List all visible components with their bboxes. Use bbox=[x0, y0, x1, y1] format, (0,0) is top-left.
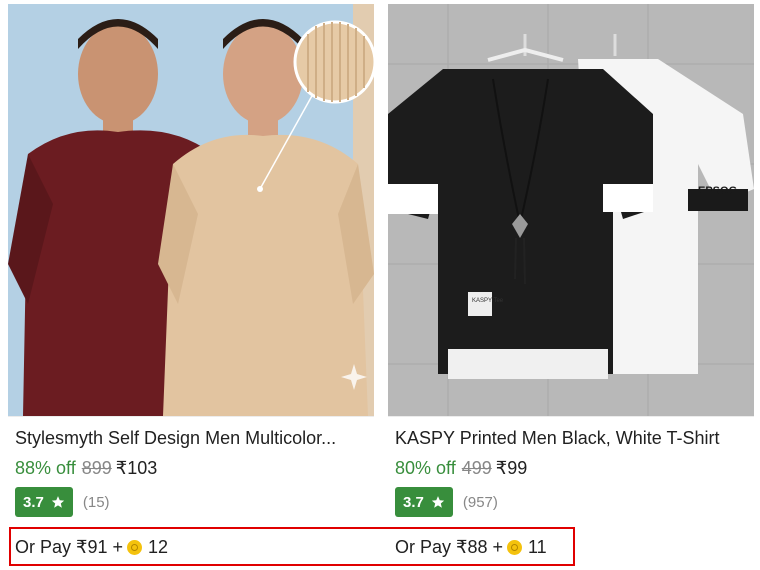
rating-badge-2: 3.7 bbox=[395, 487, 453, 517]
star-icon bbox=[51, 496, 64, 508]
pay-offer-highlight-box bbox=[9, 527, 575, 566]
product-image-2[interactable]: EPSOG KASPY Tee bbox=[388, 4, 754, 417]
price-row-2: 80% off 499 ₹99 bbox=[395, 457, 527, 479]
product-card-1[interactable]: Stylesmyth Self Design Men Multicolor...… bbox=[8, 0, 374, 570]
star-icon bbox=[431, 496, 444, 508]
tshirt-models-illustration bbox=[8, 4, 374, 416]
rating-value-2: 3.7 bbox=[403, 493, 424, 511]
product-image-1[interactable] bbox=[8, 4, 374, 417]
review-count-2: (957) bbox=[462, 493, 498, 511]
product-title-1[interactable]: Stylesmyth Self Design Men Multicolor... bbox=[15, 427, 375, 449]
tshirts-hanging-illustration: EPSOG KASPY Tee bbox=[388, 4, 754, 416]
discount-label-1: 88% off bbox=[15, 458, 76, 478]
sleeve-print-text: EPSOG bbox=[698, 185, 737, 197]
price-label-1: ₹103 bbox=[115, 458, 158, 478]
discount-label-2: 80% off bbox=[395, 458, 456, 478]
rating-badge-1: 3.7 bbox=[15, 487, 73, 517]
price-row-1: 88% off 899 ₹103 bbox=[15, 457, 157, 479]
rating-row-2: 3.7 (957) bbox=[395, 487, 498, 517]
mrp-label-1: 899 bbox=[81, 458, 112, 478]
kaspy-tag-text: KASPY Tee bbox=[472, 298, 504, 304]
price-label-2: ₹99 bbox=[495, 458, 528, 478]
product-card-2[interactable]: EPSOG KASPY Tee KASPY Printed Men Black,… bbox=[388, 0, 754, 570]
rating-row-1: 3.7 (15) bbox=[15, 487, 110, 517]
rating-value-1: 3.7 bbox=[23, 493, 44, 511]
review-count-1: (15) bbox=[82, 493, 110, 511]
product-title-2[interactable]: KASPY Printed Men Black, White T-Shirt bbox=[395, 427, 755, 449]
mrp-label-2: 499 bbox=[461, 458, 492, 478]
